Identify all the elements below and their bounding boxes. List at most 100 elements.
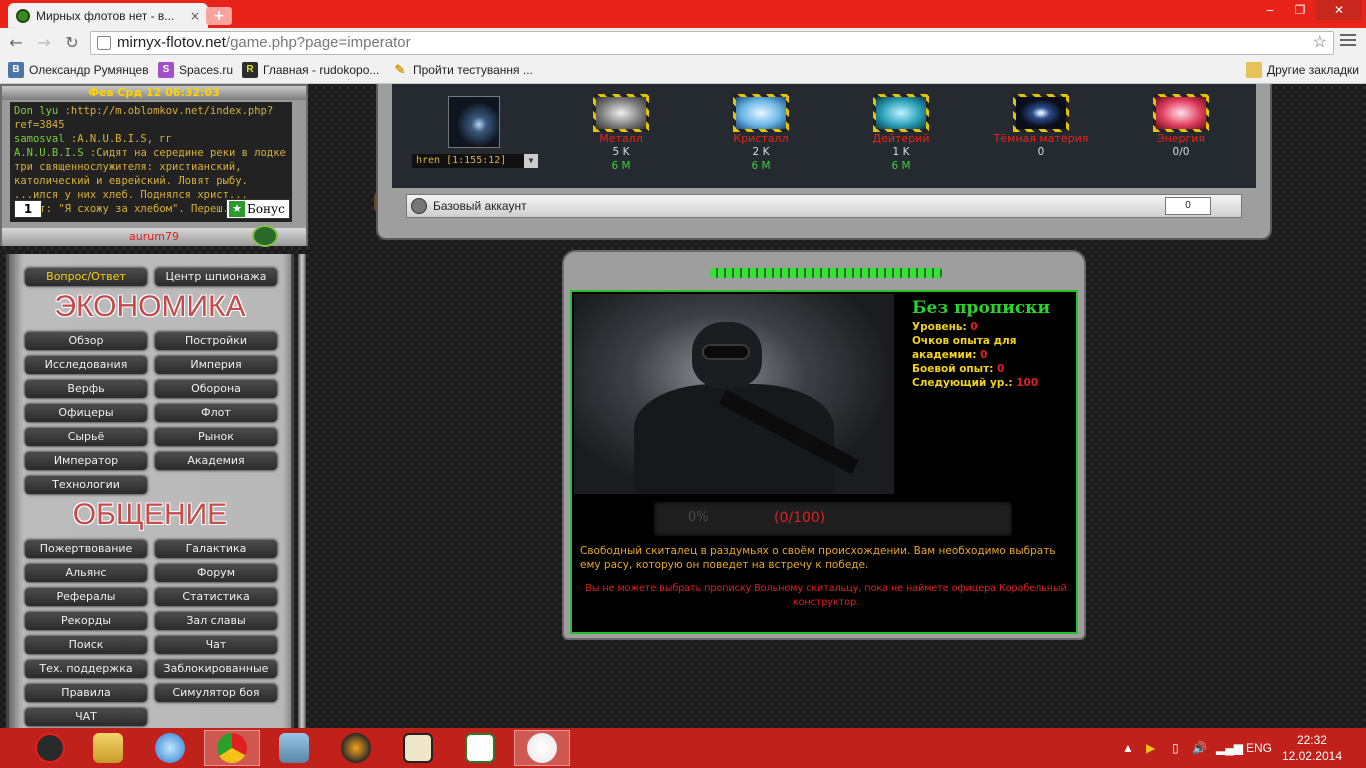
taskbar-launcher[interactable] (328, 730, 384, 766)
show-hidden-icons[interactable]: ▲ (1122, 728, 1134, 768)
menu-market[interactable]: Рынок (155, 428, 277, 446)
taskbar-download[interactable] (266, 730, 322, 766)
chat-bubble-icon[interactable] (252, 225, 278, 247)
resource-amount: 0 (1037, 146, 1045, 158)
resource-bar: hren [1:155:12] ▼ Металл 5 K 6 M Кристал… (376, 84, 1272, 240)
taskbar-explorer[interactable] (80, 730, 136, 766)
bookmark-item[interactable]: S Spaces.ru (158, 62, 233, 78)
energy-icon (1153, 94, 1209, 132)
bookmark-label: Главная - rudokopo... (263, 63, 380, 77)
menu-technologies[interactable]: Технологии (25, 476, 147, 494)
menu-support[interactable]: Тех. поддержка (25, 660, 147, 678)
menu-chat-2[interactable]: ЧАТ (25, 708, 147, 726)
stat-academy-points: Очков опыта для академии: 0 (912, 335, 1017, 361)
menu-shipyard[interactable]: Верфь (25, 380, 147, 398)
bookmark-item[interactable]: ✎ Пройти тестування ... (392, 62, 533, 78)
resource-production: 6 M (611, 160, 631, 172)
reload-icon[interactable]: ↻ (62, 33, 82, 53)
menu-academy[interactable]: Академия (155, 452, 277, 470)
race-title: Без прописки (912, 298, 1051, 318)
resource-dark-matter: Тёмная материя 0 (986, 94, 1096, 159)
dark-matter-icon (1013, 94, 1069, 132)
bookmark-item[interactable]: В Олександр Румянцев (8, 62, 149, 78)
progress-percent: 0% (688, 510, 709, 525)
menu-emperor[interactable]: Император (25, 452, 147, 470)
taskbar-app[interactable] (514, 730, 570, 766)
resource-crystal: Кристалл 2 K 6 M (706, 94, 816, 173)
browser-title-bar: Мирных флотов нет - в... × + ‒ ❐ ✕ (0, 0, 1366, 28)
planet-image[interactable] (448, 96, 500, 148)
language-indicator[interactable]: ENG (1246, 728, 1272, 768)
battery-icon[interactable]: ▯ (1172, 728, 1179, 768)
race-description: Свободный скиталец в раздумьях о своём п… (580, 545, 1056, 571)
menu-buildings[interactable]: Постройки (155, 332, 277, 350)
menu-rules[interactable]: Правила (25, 684, 147, 702)
menu-fleet[interactable]: Флот (155, 404, 277, 422)
menu-defense[interactable]: Оборона (155, 380, 277, 398)
resource-name: Дейтерий (872, 132, 930, 145)
other-bookmarks[interactable]: Другие закладки (1246, 62, 1359, 78)
resource-amount: 0/0 (1172, 146, 1190, 158)
progress-fraction: (0/100) (774, 510, 826, 526)
menu-research[interactable]: Исследования (25, 356, 147, 374)
new-tab-button[interactable]: + (206, 7, 232, 25)
menu-search[interactable]: Поиск (25, 636, 147, 654)
taskbar-browser-globe[interactable] (142, 730, 198, 766)
taskbar-game[interactable] (390, 730, 446, 766)
browser-menu-icon[interactable] (1340, 34, 1356, 50)
menu-hall-of-fame[interactable]: Зал славы (155, 612, 277, 630)
menu-overview[interactable]: Обзор (25, 332, 147, 350)
tab-close-icon[interactable]: × (190, 9, 200, 23)
bookmarks-bar: В Олександр Румянцев S Spaces.ru R Главн… (0, 58, 1366, 84)
address-bar[interactable]: mirnyx-flotov.net/game.php?page=imperato… (90, 31, 1334, 55)
bookmark-star-icon[interactable]: ☆ (1313, 32, 1327, 54)
volume-icon[interactable]: 🔊 (1192, 728, 1207, 768)
menu-faq[interactable]: Вопрос/Ответ (25, 268, 147, 286)
menu-empire[interactable]: Империя (155, 356, 277, 374)
planet-select[interactable]: hren [1:155:12] ▼ (412, 154, 538, 168)
clock[interactable]: 22:32 12.02.2014 (1282, 732, 1342, 764)
menu-donation[interactable]: Пожертвование (25, 540, 147, 558)
browser-tab[interactable]: Мирных флотов нет - в... × (8, 3, 208, 28)
power-button[interactable] (22, 730, 78, 766)
back-icon[interactable]: ← (6, 33, 26, 53)
menu-records[interactable]: Рекорды (25, 612, 147, 630)
menu-statistics[interactable]: Статистика (155, 588, 277, 606)
chevron-down-icon: ▼ (524, 154, 538, 168)
network-icon[interactable]: ▂▄▆ (1216, 728, 1243, 768)
rudokop-icon: R (242, 62, 258, 78)
menu-galaxy[interactable]: Галактика (155, 540, 277, 558)
resource-amount: 2 K (752, 146, 770, 158)
game-icon (403, 733, 433, 763)
menu-officers[interactable]: Офицеры (25, 404, 147, 422)
media-icon[interactable]: ▶ (1146, 728, 1155, 768)
stat-next-level: Следующий ур.: 100 (912, 377, 1039, 389)
resource-deuterium: Дейтерий 1 K 6 M (846, 94, 956, 173)
taskbar-chrome[interactable] (204, 730, 260, 766)
deuterium-icon (873, 94, 929, 132)
bookmark-item[interactable]: R Главная - rudokopo... (242, 62, 379, 78)
account-bar[interactable]: Базовый аккаунт 0 (406, 194, 1242, 218)
bonus-button[interactable]: ★ Бонус (226, 199, 290, 219)
close-window-icon[interactable]: ✕ (1316, 0, 1362, 20)
menu-alliance[interactable]: Альянс (25, 564, 147, 582)
soldier-portrait (574, 294, 894, 494)
menu-battle-simulator[interactable]: Симулятор боя (155, 684, 277, 702)
online-count-badge[interactable]: 1 (14, 200, 42, 218)
menu-chat[interactable]: Чат (155, 636, 277, 654)
forward-icon[interactable]: → (34, 33, 54, 53)
account-counter[interactable]: 0 (1165, 197, 1211, 215)
bookmark-label: Олександр Румянцев (29, 63, 149, 77)
maximize-icon[interactable]: ❐ (1286, 0, 1314, 20)
menu-spy-center[interactable]: Центр шпионажа (155, 268, 277, 286)
minimize-icon[interactable]: ‒ (1256, 0, 1284, 20)
menu-resources[interactable]: Сырьё (25, 428, 147, 446)
menu-referrals[interactable]: Рефералы (25, 588, 147, 606)
resource-amount: 5 K (612, 146, 630, 158)
menu-forum[interactable]: Форум (155, 564, 277, 582)
taskbar-notepad[interactable] (452, 730, 508, 766)
star-icon: ★ (229, 201, 245, 217)
pencil-icon: ✎ (394, 62, 406, 77)
chat-message: Don lyu :http://m.oblomkov.net/index.php… (14, 105, 274, 131)
menu-banned[interactable]: Заблокированные (155, 660, 277, 678)
